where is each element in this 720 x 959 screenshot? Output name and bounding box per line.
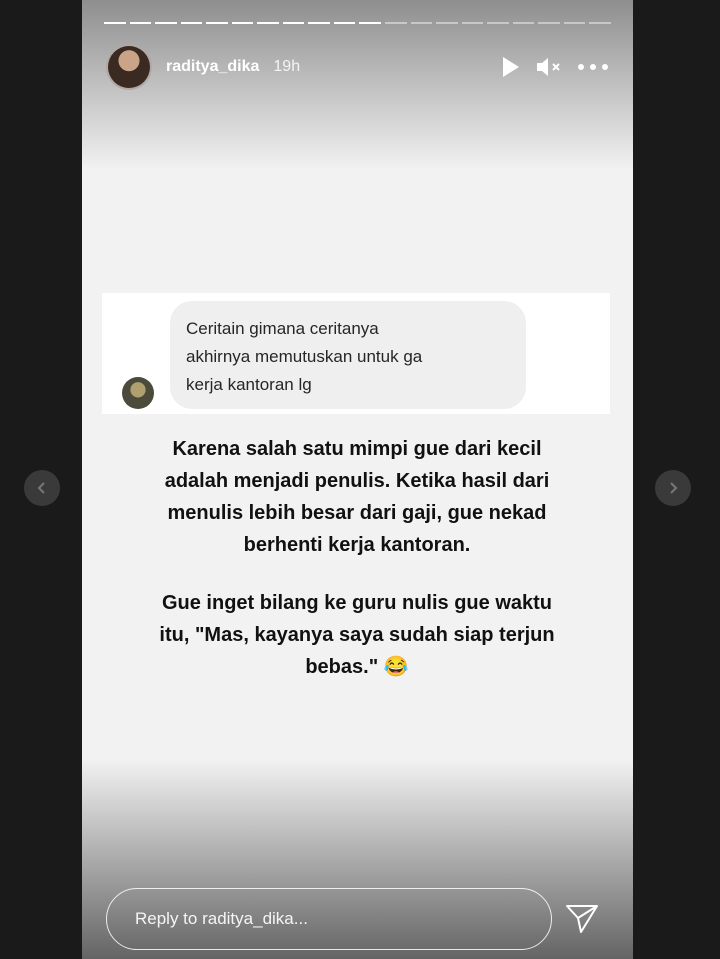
progress-segment: [385, 22, 407, 24]
answer-line: Gue inget bilang ke guru nulis gue waktu: [161, 592, 553, 614]
play-button[interactable]: [499, 55, 521, 79]
progress-segment: [206, 22, 228, 24]
avatar[interactable]: [106, 44, 152, 90]
story-controls: [499, 55, 609, 79]
question-asker-avatar: [122, 377, 154, 409]
progress-segment: [461, 22, 484, 24]
progress-segment: [436, 22, 458, 24]
send-button[interactable]: [564, 900, 600, 936]
progress-segment: [333, 22, 356, 24]
progress-segment: [410, 22, 433, 24]
answer-line: adalah menjadi penulis. Ketika hasil dar…: [164, 470, 550, 492]
progress-segment: [563, 22, 586, 24]
question-line: kerja kantoran lg: [186, 375, 312, 394]
progress-segment: [487, 22, 509, 24]
more-options-button[interactable]: [577, 63, 609, 71]
answer-line: itu, "Mas, kayanya saya sudah siap terju…: [159, 624, 555, 646]
post-time: 19h: [273, 58, 301, 75]
previous-story-button[interactable]: [24, 470, 60, 506]
more-dots-icon: [578, 64, 608, 70]
paper-plane-icon: [566, 905, 598, 933]
progress-segment: [257, 22, 279, 24]
muted-speaker-icon: [537, 58, 560, 76]
answer-line: berhenti kerja kantoran.: [243, 534, 471, 556]
chevron-right-icon: [670, 482, 678, 494]
progress-segment: [104, 22, 126, 24]
progress-segment: [155, 22, 177, 24]
username[interactable]: raditya_dika: [166, 58, 259, 76]
answer-line: bebas." 😂: [305, 656, 409, 678]
story-progress-bar: [104, 22, 611, 24]
play-icon: [503, 57, 519, 77]
question-line: akhirnya memutuskan untuk ga: [186, 347, 423, 366]
story-viewer: raditya_dika 19h Ceritain gimana ceritan…: [82, 0, 633, 959]
question-bubble: Ceritain gimana ceritanya akhirnya memut…: [170, 301, 526, 409]
progress-segment: [129, 22, 152, 24]
reply-placeholder: Reply to raditya_dika...: [135, 909, 308, 928]
story-header: raditya_dika 19h: [106, 44, 609, 90]
question-sticker: Ceritain gimana ceritanya akhirnya memut…: [102, 293, 610, 414]
progress-segment: [308, 22, 330, 24]
progress-segment: [282, 22, 305, 24]
progress-segment: [512, 22, 535, 24]
next-story-button[interactable]: [655, 470, 691, 506]
progress-segment: [538, 22, 560, 24]
progress-segment: [359, 22, 382, 24]
question-line: Ceritain gimana ceritanya: [186, 319, 379, 338]
answer-text: Karena salah satu mimpi gue dari kecil a…: [112, 433, 602, 683]
mute-button[interactable]: [535, 55, 563, 79]
chevron-left-icon: [37, 482, 45, 494]
progress-segment: [231, 22, 254, 24]
progress-segment: [589, 22, 611, 24]
answer-line: menulis lebih besar dari gaji, gue nekad: [167, 502, 547, 524]
reply-input[interactable]: Reply to raditya_dika...: [106, 888, 552, 950]
progress-segment: [180, 22, 203, 24]
answer-line: Karena salah satu mimpi gue dari kecil: [172, 438, 542, 460]
